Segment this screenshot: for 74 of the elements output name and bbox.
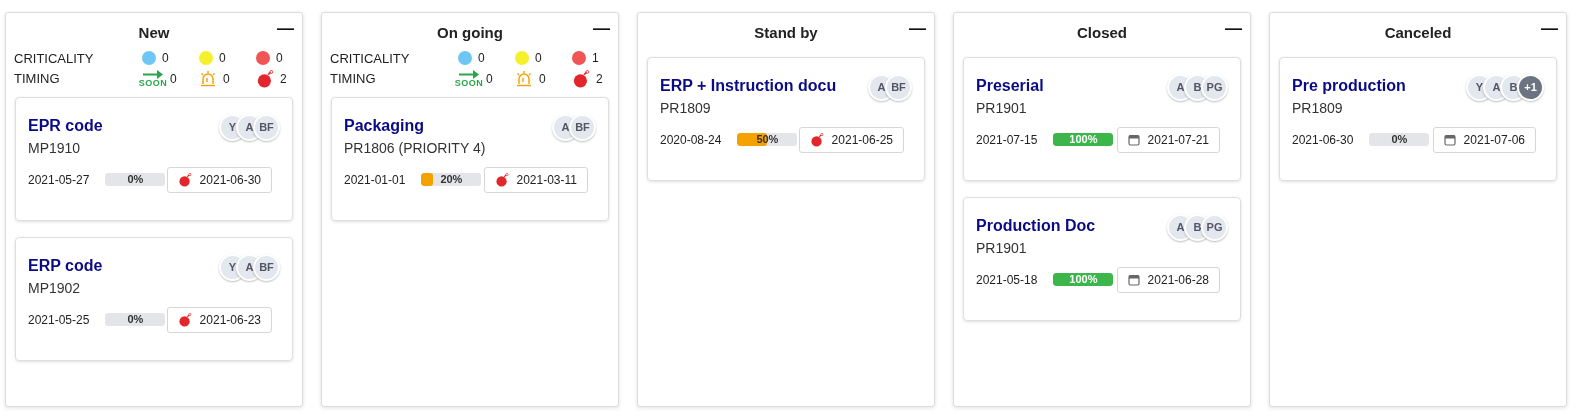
collapse-button[interactable]: — (593, 18, 610, 41)
alarm-icon (199, 69, 217, 88)
count-text: 0 (162, 50, 169, 68)
bomb-icon (572, 69, 590, 88)
count-text: 0 (535, 50, 542, 68)
column-title: New (138, 24, 170, 41)
due-date: 2021-07-21 (1116, 126, 1220, 153)
user-avatar: PG (1201, 73, 1228, 101)
calendar-icon (1127, 133, 1140, 146)
due-date: 2021-03-11 (483, 166, 588, 193)
progress-bar: 0% (1369, 133, 1430, 146)
start-date: 2021-05-25 (28, 311, 90, 329)
task-code: PR1806 (PRIORITY 4) (344, 138, 486, 158)
task-code: PR1901 (976, 98, 1028, 118)
progress-bar: 100% (1053, 133, 1114, 146)
task-title[interactable]: ERP code (28, 253, 103, 278)
start-date: 2021-01-01 (344, 171, 406, 189)
start-date: 2021-07-15 (976, 131, 1038, 149)
task-code: PR1809 (1292, 98, 1344, 118)
task-title[interactable]: ERP + Instruction docu (660, 73, 837, 98)
timing-label: TIMING (330, 70, 377, 88)
due-date: 2021-07-06 (1432, 126, 1536, 153)
collapse-button[interactable]: — (1225, 18, 1242, 41)
user-avatar: PG (1201, 213, 1228, 241)
progress-bar: 0% (105, 313, 166, 326)
column-title: Closed (1077, 24, 1127, 41)
task-title[interactable]: Production Doc (976, 213, 1096, 238)
task-title[interactable]: Preserial (976, 73, 1044, 98)
bomb-icon (177, 172, 192, 187)
start-date: 2021-06-30 (1292, 131, 1354, 149)
column-title: Stand by (754, 24, 818, 41)
calendar-icon (1443, 133, 1456, 146)
due-date: 2021-06-28 (1116, 266, 1220, 293)
collapse-button[interactable]: — (909, 18, 926, 41)
count-text: 2 (280, 70, 287, 88)
start-date: 2020-08-24 (660, 131, 722, 149)
bomb-icon (177, 312, 192, 327)
count-text: 0 (170, 70, 177, 88)
task-title[interactable]: Pre production (1292, 73, 1406, 98)
collapse-button[interactable]: — (277, 18, 294, 41)
count-text: 0 (539, 70, 546, 88)
bomb-icon (256, 69, 274, 88)
task-title[interactable]: Packaging (344, 113, 486, 138)
more-avatar: +1 (1517, 73, 1544, 101)
count-text: 0 (276, 50, 283, 68)
due-date: 2021-06-25 (798, 126, 904, 153)
column-title: Canceled (1384, 24, 1452, 41)
task-code: PR1809 (660, 98, 712, 118)
task-code: MP1910 (28, 138, 82, 158)
calendar-icon (1127, 273, 1140, 286)
start-date: 2021-05-27 (28, 171, 90, 189)
count-text: 0 (478, 50, 485, 68)
column-title: On going (437, 24, 503, 41)
progress-bar: 100% (1053, 273, 1114, 286)
due-date: 2021-06-30 (166, 166, 272, 193)
bomb-icon (494, 172, 509, 187)
progress-bar: 20% (421, 173, 482, 186)
criticality-label: CRITICALITY (330, 49, 411, 68)
bomb-icon (809, 132, 824, 147)
count-text: 0 (223, 70, 230, 88)
task-title[interactable]: EPR code (28, 113, 103, 138)
timing-label: TIMING (14, 70, 61, 88)
count-text: 2 (596, 70, 603, 88)
count-text: 0 (219, 50, 226, 68)
start-date: 2021-05-18 (976, 271, 1038, 289)
due-date: 2021-06-23 (166, 306, 272, 333)
task-code: MP1902 (28, 278, 82, 298)
progress-bar: 0% (105, 173, 166, 186)
criticality-label: CRITICALITY (14, 49, 95, 68)
alarm-icon (515, 69, 533, 88)
collapse-button[interactable]: — (1541, 18, 1558, 41)
count-text: 1 (592, 50, 599, 68)
task-code: PR1901 (976, 238, 1028, 258)
count-text: 0 (486, 70, 493, 88)
